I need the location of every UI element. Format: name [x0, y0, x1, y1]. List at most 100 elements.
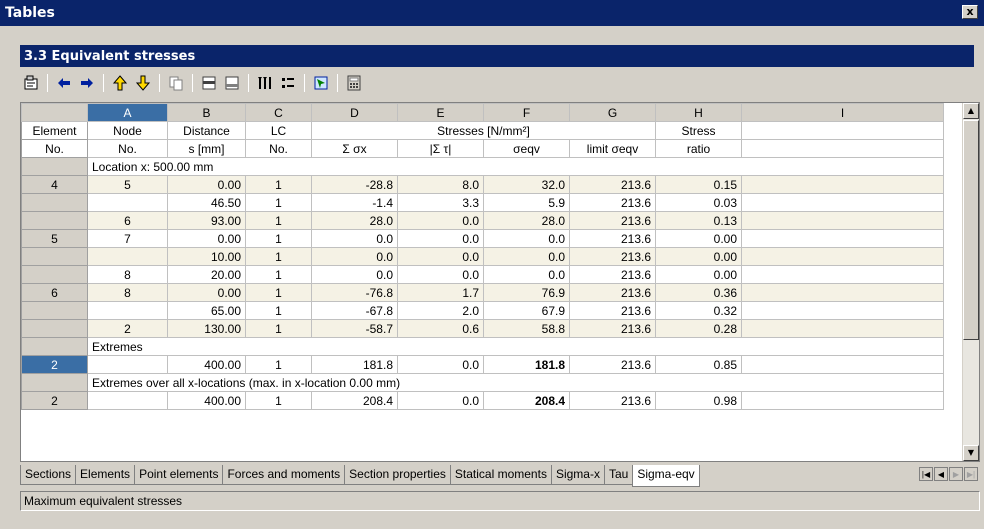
cell-lc[interactable]: 1 — [245, 301, 312, 320]
row-header[interactable]: 4 — [21, 175, 88, 194]
cell-node[interactable] — [87, 247, 168, 266]
cell-ratio[interactable]: 0.03 — [655, 193, 742, 212]
cell-sigma-eqv[interactable]: 76.9 — [483, 283, 570, 302]
tab-sections[interactable]: Sections — [20, 465, 77, 485]
cell-ratio[interactable]: 0.00 — [655, 265, 742, 284]
cell-limit[interactable]: 213.6 — [569, 319, 656, 338]
location-label[interactable]: Location x: 500.00 mm — [87, 157, 944, 176]
cell-node[interactable]: 6 — [87, 211, 168, 230]
column-letter-c[interactable]: C — [245, 103, 312, 122]
cell-lc[interactable]: 1 — [245, 175, 312, 194]
cell-ratio[interactable]: 0.85 — [655, 355, 742, 374]
cell-distance[interactable]: 20.00 — [167, 265, 246, 284]
cell-sigma-eqv[interactable]: 67.9 — [483, 301, 570, 320]
arrow-right-icon[interactable] — [76, 72, 98, 94]
cell-sum-sigma-x[interactable]: 0.0 — [311, 265, 398, 284]
cell-sum-sigma-x[interactable]: -58.7 — [311, 319, 398, 338]
tab-tau[interactable]: Tau — [603, 465, 634, 485]
cell-sum-sigma-x[interactable]: -28.8 — [311, 175, 398, 194]
cell-distance[interactable]: 400.00 — [167, 391, 246, 410]
cell-lc[interactable]: 1 — [245, 193, 312, 212]
vertical-scrollbar[interactable]: ▲ ▼ — [962, 103, 979, 461]
cell-sum-tau[interactable]: 0.0 — [397, 211, 484, 230]
corner-cell[interactable] — [21, 103, 88, 122]
cell-sigma-eqv[interactable]: 58.8 — [483, 319, 570, 338]
scroll-thumb[interactable] — [963, 120, 979, 340]
cell-sigma-eqv[interactable]: 181.8 — [483, 355, 570, 374]
calculator-icon[interactable] — [343, 72, 365, 94]
cell-sum-sigma-x[interactable]: -67.8 — [311, 301, 398, 320]
column-letter-f[interactable]: F — [483, 103, 570, 122]
cell-empty[interactable] — [741, 301, 944, 320]
arrow-left-icon[interactable] — [53, 72, 75, 94]
tab-forces-and-moments[interactable]: Forces and moments — [222, 465, 346, 485]
cell-distance[interactable]: 65.00 — [167, 301, 246, 320]
column-letter-a[interactable]: A — [87, 103, 168, 122]
table-insert-icon[interactable] — [198, 72, 220, 94]
row-header[interactable] — [21, 337, 88, 356]
cell-empty[interactable] — [741, 391, 944, 410]
cell-distance[interactable]: 0.00 — [167, 283, 246, 302]
properties-icon[interactable] — [20, 72, 42, 94]
row-header[interactable] — [21, 265, 88, 284]
cell-sum-sigma-x[interactable]: 208.4 — [311, 391, 398, 410]
cell-sum-tau[interactable]: 0.6 — [397, 319, 484, 338]
cell-lc[interactable]: 1 — [245, 355, 312, 374]
cell-limit[interactable]: 213.6 — [569, 301, 656, 320]
tab-elements[interactable]: Elements — [75, 465, 136, 485]
cell-ratio[interactable]: 0.98 — [655, 391, 742, 410]
first-tab-icon[interactable]: |◀ — [919, 467, 933, 481]
cell-empty[interactable] — [741, 247, 944, 266]
table-delete-icon[interactable] — [221, 72, 243, 94]
cell-sigma-eqv[interactable]: 208.4 — [483, 391, 570, 410]
scroll-down-icon[interactable]: ▼ — [963, 445, 979, 461]
row-header[interactable] — [21, 301, 88, 320]
column-letter-g[interactable]: G — [569, 103, 656, 122]
cell-lc[interactable]: 1 — [245, 283, 312, 302]
row-header[interactable] — [21, 319, 88, 338]
cell-limit[interactable]: 213.6 — [569, 211, 656, 230]
cell-sum-tau[interactable]: 1.7 — [397, 283, 484, 302]
cell-sum-sigma-x[interactable]: -76.8 — [311, 283, 398, 302]
cell-sigma-eqv[interactable]: 0.0 — [483, 265, 570, 284]
cell-node[interactable] — [87, 193, 168, 212]
list-icon[interactable] — [277, 72, 299, 94]
cell-node[interactable]: 8 — [87, 283, 168, 302]
extremes-all-label[interactable]: Extremes over all x-locations (max. in x… — [87, 373, 944, 392]
cell-limit[interactable]: 213.6 — [569, 193, 656, 212]
tab-section-properties[interactable]: Section properties — [344, 465, 451, 485]
cell-sum-tau[interactable]: 8.0 — [397, 175, 484, 194]
cell-ratio[interactable]: 0.00 — [655, 247, 742, 266]
cell-lc[interactable]: 1 — [245, 247, 312, 266]
cell-limit[interactable]: 213.6 — [569, 355, 656, 374]
row-header[interactable]: 6 — [21, 283, 88, 302]
cell-empty[interactable] — [741, 319, 944, 338]
cell-node[interactable] — [87, 391, 168, 410]
cell-distance[interactable]: 0.00 — [167, 229, 246, 248]
cell-empty[interactable] — [741, 211, 944, 230]
cell-distance[interactable]: 130.00 — [167, 319, 246, 338]
cell-node[interactable] — [87, 355, 168, 374]
column-letter-e[interactable]: E — [397, 103, 484, 122]
cell-distance[interactable]: 400.00 — [167, 355, 246, 374]
cell-sum-tau[interactable]: 2.0 — [397, 301, 484, 320]
cell-empty[interactable] — [741, 265, 944, 284]
cell-limit[interactable]: 213.6 — [569, 175, 656, 194]
column-letter-h[interactable]: H — [655, 103, 742, 122]
cell-node[interactable]: 8 — [87, 265, 168, 284]
column-letter-i[interactable]: I — [741, 103, 944, 122]
select-icon[interactable] — [310, 72, 332, 94]
row-header-selected[interactable]: 2 — [21, 355, 88, 374]
close-button[interactable]: x — [962, 5, 978, 19]
cell-sigma-eqv[interactable]: 28.0 — [483, 211, 570, 230]
cell-ratio[interactable]: 0.00 — [655, 229, 742, 248]
cell-ratio[interactable]: 0.15 — [655, 175, 742, 194]
cell-empty[interactable] — [741, 193, 944, 212]
cell-distance[interactable]: 93.00 — [167, 211, 246, 230]
cell-sum-sigma-x[interactable]: -1.4 — [311, 193, 398, 212]
cell-ratio[interactable]: 0.28 — [655, 319, 742, 338]
cell-sum-sigma-x[interactable]: 0.0 — [311, 229, 398, 248]
cell-node[interactable] — [87, 301, 168, 320]
cell-sum-tau[interactable]: 0.0 — [397, 391, 484, 410]
cell-sum-tau[interactable]: 3.3 — [397, 193, 484, 212]
